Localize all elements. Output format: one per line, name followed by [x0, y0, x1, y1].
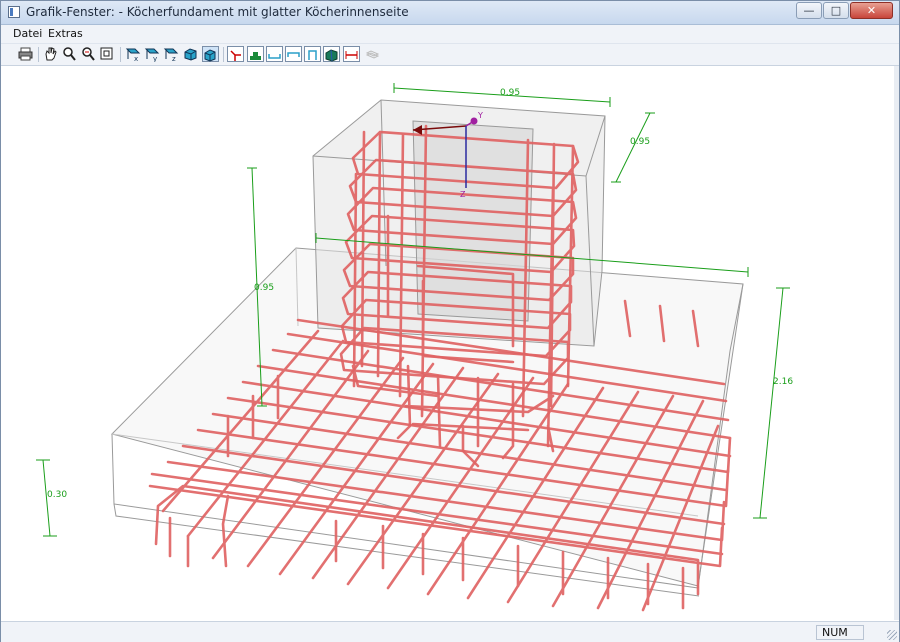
dim-sleeve-depth: 0.95 — [630, 137, 650, 147]
show-bent-bars-icon[interactable] — [285, 46, 302, 62]
minimize-icon: — — [803, 4, 815, 17]
graphics-viewport[interactable]: Y Z 0.95 0.95 0.95 2.16 0.30 — [8, 66, 894, 620]
minimize-button[interactable]: — — [796, 2, 822, 19]
num-lock-indicator: NUM — [816, 625, 864, 640]
dim-footing-thickness: 0.30 — [47, 490, 67, 500]
close-button[interactable]: ✕ — [850, 2, 893, 19]
y-axis-label: Y — [477, 111, 483, 120]
dim-sleeve-width: 0.95 — [500, 88, 520, 98]
close-icon: ✕ — [866, 4, 877, 17]
show-dimensions-icon[interactable] — [343, 46, 360, 62]
zoom-icon[interactable] — [61, 46, 78, 62]
view-x-icon[interactable]: x — [125, 46, 142, 63]
window-controls: — □ ✕ — [795, 2, 893, 19]
z-axis-label: Z — [460, 190, 466, 199]
reinforcement-3d-view: Y Z 0.95 0.95 0.95 2.16 0.30 — [36, 83, 793, 612]
menu-datei[interactable]: Datei — [13, 27, 42, 40]
show-hidden-icon[interactable] — [364, 46, 381, 62]
svg-text:z: z — [172, 55, 176, 62]
show-axes-icon[interactable] — [227, 46, 244, 62]
maximize-button[interactable]: □ — [823, 2, 849, 19]
maximize-icon: □ — [830, 4, 842, 17]
svg-text:x: x — [134, 55, 138, 62]
svg-text:y: y — [153, 55, 157, 62]
print-icon[interactable] — [17, 46, 34, 62]
y-axis-marker — [470, 117, 478, 125]
menu-extras[interactable]: Extras — [48, 27, 83, 40]
app-icon — [8, 6, 20, 18]
toolbar-separator — [223, 47, 224, 62]
view-y-icon[interactable]: y — [144, 46, 161, 63]
view-z-icon[interactable]: z — [163, 46, 180, 63]
pan-hand-icon[interactable] — [42, 46, 59, 62]
toolbar-separator — [38, 47, 39, 62]
window-title: Grafik-Fenster: - Köcherfundament mit gl… — [26, 5, 409, 19]
graphics-window: Grafik-Fenster: - Köcherfundament mit gl… — [0, 0, 900, 642]
status-bar: NUM — [1, 621, 899, 642]
viewport-edge — [894, 66, 899, 620]
zoom-window-icon[interactable] — [80, 46, 97, 62]
title-bar[interactable]: Grafik-Fenster: - Köcherfundament mit gl… — [1, 1, 899, 25]
menu-bar: Datei Extras — [1, 25, 899, 44]
show-solid-icon[interactable] — [323, 46, 340, 62]
dim-sleeve-height: 0.95 — [254, 283, 274, 293]
show-stirrups-icon[interactable] — [266, 46, 283, 62]
show-foundation-icon[interactable] — [247, 46, 264, 62]
zoom-all-icon[interactable] — [99, 46, 116, 62]
show-sleeve-icon[interactable] — [304, 46, 321, 62]
resize-grip[interactable] — [887, 630, 897, 640]
toolbar-separator — [120, 47, 121, 62]
render-view-icon[interactable] — [202, 46, 219, 62]
isometric-view-icon[interactable] — [182, 46, 199, 62]
dim-footing-length: 2.16 — [773, 377, 793, 387]
toolbar: x y z — [1, 44, 899, 66]
